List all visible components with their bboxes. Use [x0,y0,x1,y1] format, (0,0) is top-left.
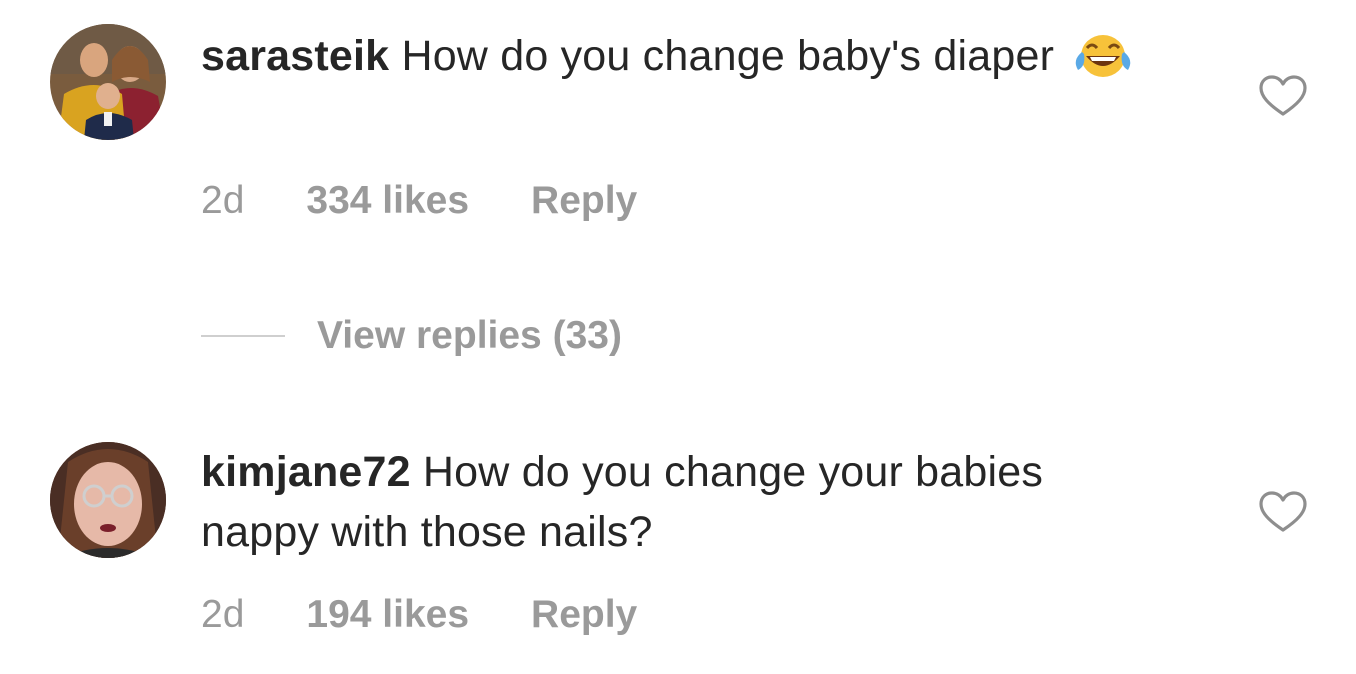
comment-item: sarasteik How do you change baby's diape… [0,0,1356,250]
comment-time: 2d [201,593,245,636]
view-replies-label: View replies (33) [317,314,622,357]
username-link[interactable]: sarasteik [201,32,389,80]
heart-icon[interactable] [1258,74,1308,118]
username-link[interactable]: kimjane72 [201,448,411,496]
view-replies-button[interactable]: View replies (33) [201,306,622,366]
comment-body: How do you change baby's diaper [389,32,1055,80]
avatar[interactable] [50,24,166,140]
reply-button[interactable]: Reply [531,176,637,226]
avatar-image [50,442,166,558]
avatar-image [50,24,166,140]
comment-item: kimjane72 How do you change your babies … [0,420,1356,674]
heart-icon[interactable] [1258,490,1308,534]
comment-meta: 2d 334 likes Reply [201,176,637,226]
likes-count-button[interactable]: 334 likes [306,176,469,226]
likes-count-button[interactable]: 194 likes [306,590,469,640]
comment-text: sarasteik How do you change baby's diape… [201,26,1161,86]
reply-button[interactable]: Reply [531,590,637,640]
face-with-tears-of-joy-icon [1076,35,1131,77]
view-replies-divider [201,335,285,337]
comment-time: 2d [201,179,245,222]
comment-meta: 2d 194 likes Reply [201,590,637,640]
avatar[interactable] [50,442,166,558]
comment-text: kimjane72 How do you change your babies … [201,442,1161,562]
